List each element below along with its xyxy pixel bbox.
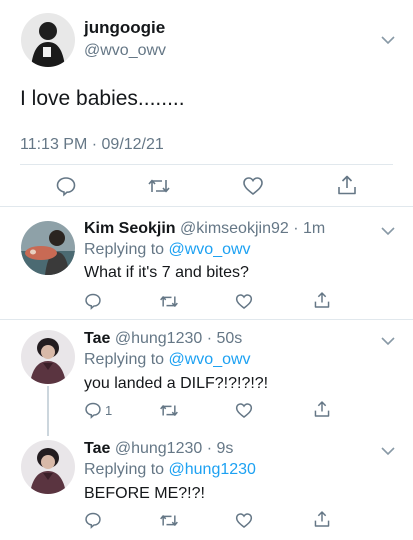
tweet-text: What if it's 7 and bites?	[84, 264, 249, 281]
share-icon[interactable]	[313, 400, 331, 418]
divider	[20, 164, 393, 165]
retweet-icon[interactable]	[159, 293, 179, 310]
handle-and-time[interactable]: @hung1230 · 50s	[115, 330, 242, 347]
display-name[interactable]: Kim Seokjin	[84, 220, 176, 237]
thread-connector	[47, 386, 49, 436]
retweet-icon[interactable]	[159, 402, 179, 419]
reply-tweet: Tae @hung1230 · 9s Replying to @hung1230…	[0, 430, 413, 540]
share-icon[interactable]	[313, 291, 331, 309]
avatar[interactable]	[21, 221, 75, 275]
tweet-text: you landed a DILF?!?!?!?!	[84, 375, 269, 392]
avatar[interactable]	[21, 440, 75, 494]
chevron-down-icon[interactable]	[381, 336, 395, 346]
reply-icon[interactable]	[84, 292, 102, 310]
replying-to: Replying to @wvo_owv	[84, 241, 251, 258]
replying-to: Replying to @wvo_owv	[84, 351, 251, 368]
mention-link[interactable]: @wvo_owv	[169, 351, 251, 368]
main-tweet: jungoogie @wvo_owv I love babies........…	[0, 0, 413, 207]
mention-link[interactable]: @wvo_owv	[169, 241, 251, 258]
like-icon[interactable]	[235, 512, 253, 529]
avatar[interactable]	[21, 330, 75, 384]
replying-to: Replying to @hung1230	[84, 461, 256, 478]
like-icon[interactable]	[235, 293, 253, 310]
reply-icon[interactable]	[84, 401, 102, 419]
share-icon[interactable]	[336, 174, 358, 196]
chevron-down-icon[interactable]	[381, 226, 395, 236]
like-icon[interactable]	[242, 176, 264, 196]
tweet-timestamp[interactable]: 11:13 PM · 09/12/21	[20, 136, 164, 154]
reply-icon[interactable]	[55, 175, 77, 197]
reply-count: 1	[105, 403, 113, 418]
display-name[interactable]: jungoogie	[84, 18, 165, 38]
handle-and-time[interactable]: @hung1230 · 9s	[115, 440, 234, 457]
tweet-text: I love babies........	[20, 87, 185, 110]
chevron-down-icon[interactable]	[381, 35, 395, 45]
reply-tweet: Kim Seokjin @kimseokjin92 · 1m Replying …	[0, 208, 413, 319]
chevron-down-icon[interactable]	[381, 446, 395, 456]
share-icon[interactable]	[313, 510, 331, 528]
display-name[interactable]: Tae	[84, 330, 110, 347]
reply-tweet: Tae @hung1230 · 50s Replying to @wvo_owv…	[0, 320, 413, 430]
avatar[interactable]	[21, 13, 75, 67]
retweet-icon[interactable]	[159, 512, 179, 529]
tweet-text: BEFORE ME?!?!	[84, 485, 205, 502]
like-icon[interactable]	[235, 402, 253, 419]
reply-icon[interactable]	[84, 511, 102, 529]
display-name[interactable]: Tae	[84, 440, 110, 457]
retweet-icon[interactable]	[147, 176, 171, 196]
user-handle[interactable]: @wvo_owv	[84, 42, 166, 60]
mention-link[interactable]: @hung1230	[169, 461, 256, 478]
handle-and-time[interactable]: @kimseokjin92 · 1m	[180, 220, 325, 237]
